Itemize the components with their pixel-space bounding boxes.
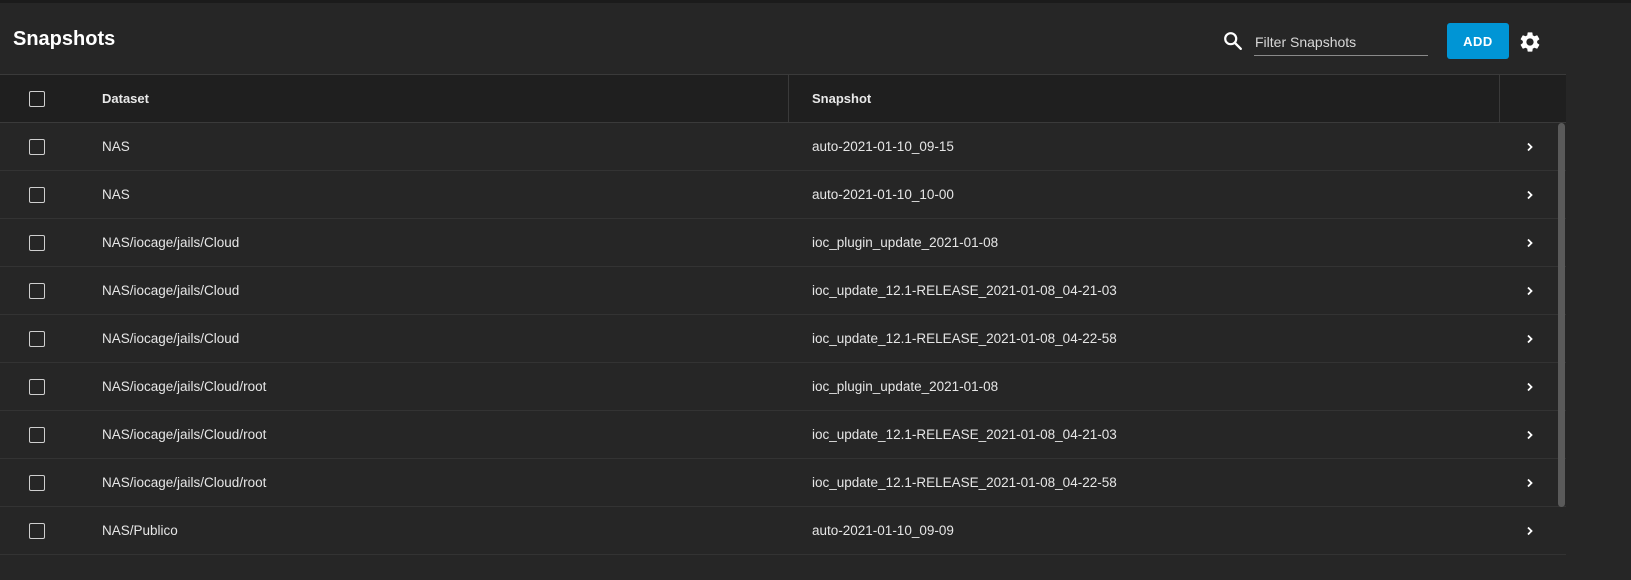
row-checkbox[interactable] (29, 283, 45, 299)
row-checkbox[interactable] (29, 187, 45, 203)
snapshot-cell: auto-2021-01-10_10-00 (812, 187, 954, 202)
table-row[interactable]: NAS/iocage/jails/Cloud ioc_plugin_update… (0, 219, 1566, 267)
dataset-cell: NAS/iocage/jails/Cloud (102, 331, 240, 346)
vertical-scrollbar[interactable] (1557, 123, 1566, 580)
table-row[interactable]: NAS/Publico auto-2021-01-10_09-09 (0, 507, 1566, 555)
dataset-cell: NAS/iocage/jails/Cloud (102, 235, 240, 250)
chevron-right-icon[interactable] (1522, 235, 1538, 251)
chevron-right-icon[interactable] (1522, 331, 1538, 347)
page-title: Snapshots (13, 28, 116, 50)
add-button[interactable]: ADD (1447, 23, 1509, 59)
filter-snapshots-input[interactable] (1254, 28, 1428, 56)
dataset-cell: NAS/iocage/jails/Cloud/root (102, 475, 267, 490)
snapshot-cell: ioc_plugin_update_2021-01-08 (812, 235, 999, 250)
column-divider (1499, 75, 1500, 123)
snapshot-cell: auto-2021-01-10_09-09 (812, 523, 954, 538)
chevron-right-icon[interactable] (1522, 523, 1538, 539)
snapshots-table: Dataset Snapshot NAS auto-2021-01-10_09-… (0, 74, 1566, 580)
snapshot-cell: ioc_update_12.1-RELEASE_2021-01-08_04-22… (812, 331, 1117, 346)
chevron-right-icon[interactable] (1522, 283, 1538, 299)
row-checkbox[interactable] (29, 427, 45, 443)
row-checkbox[interactable] (29, 379, 45, 395)
chevron-right-icon[interactable] (1522, 139, 1538, 155)
table-row[interactable]: NAS/iocage/jails/Cloud/root ioc_update_1… (0, 411, 1566, 459)
table-row[interactable]: NAS/iocage/jails/Cloud/root ioc_plugin_u… (0, 363, 1566, 411)
dataset-cell: NAS (102, 139, 130, 154)
table-row[interactable]: NAS auto-2021-01-10_09-15 (0, 123, 1566, 171)
dataset-cell: NAS/iocage/jails/Cloud/root (102, 427, 267, 442)
column-header-snapshot[interactable]: Snapshot (812, 75, 871, 123)
gear-icon[interactable] (1518, 30, 1542, 54)
dataset-cell: NAS/Publico (102, 523, 178, 538)
snapshot-cell: ioc_update_12.1-RELEASE_2021-01-08_04-21… (812, 283, 1117, 298)
row-checkbox[interactable] (29, 475, 45, 491)
snapshot-cell: ioc_plugin_update_2021-01-08 (812, 379, 999, 394)
dataset-cell: NAS (102, 187, 130, 202)
table-row[interactable]: NAS/iocage/jails/Cloud ioc_update_12.1-R… (0, 267, 1566, 315)
select-all-checkbox[interactable] (29, 91, 45, 107)
dataset-cell: NAS/iocage/jails/Cloud/root (102, 379, 267, 394)
column-divider (788, 75, 789, 123)
snapshots-panel: Snapshots ADD Dataset Snapshot NAS auto-… (0, 0, 1631, 580)
search-icon (1224, 32, 1242, 50)
chevron-right-icon[interactable] (1522, 475, 1538, 491)
snapshot-cell: ioc_update_12.1-RELEASE_2021-01-08_04-22… (812, 475, 1117, 490)
snapshot-cell: auto-2021-01-10_09-15 (812, 139, 954, 154)
toolbar: Snapshots ADD (0, 6, 1631, 74)
chevron-right-icon[interactable] (1522, 427, 1538, 443)
chevron-right-icon[interactable] (1522, 379, 1538, 395)
column-header-dataset[interactable]: Dataset (102, 75, 149, 123)
table-row[interactable]: NAS/iocage/jails/Cloud/root ioc_update_1… (0, 459, 1566, 507)
row-checkbox[interactable] (29, 235, 45, 251)
table-row[interactable]: NAS/iocage/jails/Cloud ioc_update_12.1-R… (0, 315, 1566, 363)
table-row[interactable]: NAS auto-2021-01-10_10-00 (0, 171, 1566, 219)
dataset-cell: NAS/iocage/jails/Cloud (102, 283, 240, 298)
table-header-row: Dataset Snapshot (0, 75, 1566, 123)
snapshot-cell: ioc_update_12.1-RELEASE_2021-01-08_04-21… (812, 427, 1117, 442)
row-checkbox[interactable] (29, 523, 45, 539)
row-checkbox[interactable] (29, 331, 45, 347)
chevron-right-icon[interactable] (1522, 187, 1538, 203)
table-body: NAS auto-2021-01-10_09-15 NAS auto-2021-… (0, 123, 1566, 580)
scrollbar-thumb[interactable] (1558, 123, 1565, 507)
row-checkbox[interactable] (29, 139, 45, 155)
